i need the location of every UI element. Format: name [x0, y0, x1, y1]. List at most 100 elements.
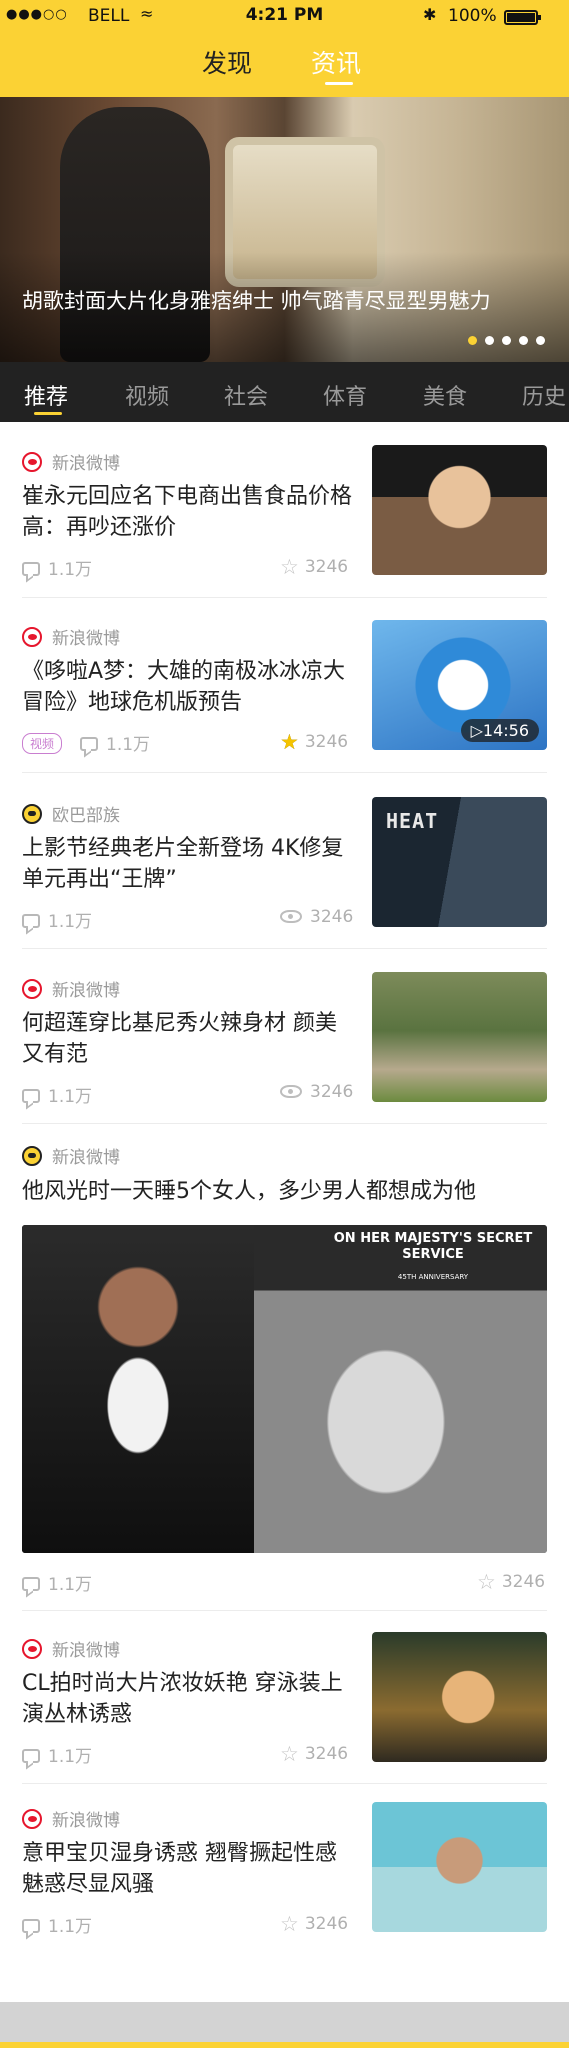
top-bar: ●●●○○ BELL ≈ 4:21 PM ✱ 100% 发现 资讯 — [0, 0, 569, 97]
category-recommend[interactable]: 推荐 — [24, 379, 68, 411]
news-thumbnail[interactable] — [372, 1632, 547, 1762]
category-food[interactable]: 美食 — [423, 379, 467, 411]
news-item[interactable]: 欧巴部族 上影节经典老片全新登场 4K修复单元再出“王牌” 1.1万 3246 … — [22, 797, 547, 932]
carousel-dots — [468, 336, 545, 345]
news-source: 新浪微博 — [22, 1806, 120, 1831]
divider — [22, 1123, 547, 1124]
news-source: 欧巴部族 — [22, 801, 120, 826]
news-thumbnail[interactable]: HEAT — [372, 797, 547, 927]
comment-count[interactable]: 1.1万 — [22, 555, 92, 580]
news-item[interactable]: 新浪微博 CL拍时尚大片浓妆妖艳 穿泳装上演丛林诱惑 1.1万 ☆ 3246 — [22, 1632, 547, 1767]
category-history[interactable]: 历史 — [522, 379, 566, 411]
favorite-count[interactable]: ☆ 3246 — [477, 1570, 545, 1594]
favorite-count-value: 3246 — [304, 557, 349, 577]
weibo-logo-icon — [22, 627, 42, 647]
comment-count-value: 1.1万 — [48, 1575, 93, 1595]
star-icon: ☆ — [477, 1570, 496, 1594]
category-society[interactable]: 社会 — [224, 379, 268, 411]
banner-carousel[interactable]: 胡歌封面大片化身雅痞绅士 帅气踏青尽显型男魅力 — [0, 97, 569, 362]
news-title[interactable]: 《哆啦A梦：大雄的南极冰冰凉大冒险》地球危机版预告 — [22, 656, 352, 718]
favorite-count-value: 3246 — [304, 1914, 349, 1934]
comment-count-value: 1.1万 — [106, 735, 151, 755]
source-name: 新浪微博 — [52, 629, 120, 649]
poster-title-text: ON HER MAJESTY'S SECRET SERVICE — [333, 1231, 533, 1262]
comment-count-value: 1.1万 — [48, 1087, 93, 1107]
favorite-count-value: 3246 — [304, 732, 349, 752]
comment-count[interactable]: 1.1万 — [22, 1742, 92, 1767]
bottom-accent-strip — [0, 2042, 569, 2048]
comment-count[interactable]: 1.1万 — [22, 1912, 92, 1937]
news-title[interactable]: CL拍时尚大片浓妆妖艳 穿泳装上演丛林诱惑 — [22, 1668, 352, 1730]
weibo-logo-icon — [22, 979, 42, 999]
favorite-count[interactable]: ☆ 3246 — [280, 1742, 348, 1766]
favorite-count[interactable]: ★ 3246 — [280, 730, 348, 754]
banner-caption[interactable]: 胡歌封面大片化身雅痞绅士 帅气踏青尽显型男魅力 — [22, 285, 491, 315]
news-item[interactable]: 新浪微博 意甲宝贝湿身诱惑 翘臀撅起性感魅惑尽显风骚 1.1万 ☆ 3246 — [22, 1802, 547, 1937]
news-item[interactable]: 新浪微博 崔永元回应名下电商出售食品价格高：再吵还涨价 1.1万 ☆ 3246 — [22, 445, 547, 580]
news-source: 新浪微博 — [22, 976, 120, 1001]
weibo-logo-icon — [22, 1809, 42, 1829]
video-duration: ▷14:56 — [460, 719, 539, 742]
news-title[interactable]: 上影节经典老片全新登场 4K修复单元再出“王牌” — [22, 833, 352, 895]
star-icon: ☆ — [280, 1912, 299, 1936]
favorite-count[interactable]: ☆ 3246 — [280, 555, 348, 579]
comment-icon — [80, 737, 99, 751]
news-item[interactable]: 新浪微博 《哆啦A梦：大雄的南极冰冰凉大冒险》地球危机版预告 视频 1.1万 ★ 3… — [22, 620, 547, 755]
news-item[interactable]: 新浪微博 何超莲穿比基尼秀火辣身材 颜美又有范 1.1万 3246 — [22, 972, 547, 1107]
thumbnail-text: HEAT — [386, 809, 439, 833]
news-title[interactable]: 他风光时一天睡5个女人，多少男人都想成为他 — [22, 1176, 547, 1207]
comment-count[interactable]: 视频 1.1万 — [22, 730, 150, 755]
carousel-dot-1[interactable] — [468, 336, 477, 345]
comment-icon — [22, 1919, 40, 1933]
view-count[interactable]: 3246 — [280, 1082, 353, 1102]
comment-icon — [22, 914, 40, 928]
tab-discover[interactable]: 发现 — [202, 44, 252, 80]
carousel-dot-2[interactable] — [485, 336, 494, 345]
comment-count[interactable]: 1.1万 — [22, 1082, 92, 1107]
view-count[interactable]: 3246 — [280, 907, 353, 927]
news-source: 新浪微博 — [22, 449, 120, 474]
source-name: 新浪微博 — [52, 981, 120, 1001]
news-thumbnail[interactable] — [372, 972, 547, 1102]
news-source: 新浪微博 — [22, 1143, 120, 1168]
view-count-value: 3246 — [310, 907, 354, 927]
battery-icon — [504, 10, 541, 25]
divider — [22, 1783, 547, 1784]
news-item-large[interactable]: 新浪微博 他风光时一天睡5个女人，多少男人都想成为他 ON HER MAJEST… — [22, 1143, 547, 1598]
comment-icon — [22, 1089, 40, 1103]
bottom-bar — [0, 2002, 569, 2042]
news-thumbnail[interactable] — [372, 1802, 547, 1932]
news-title[interactable]: 何超莲穿比基尼秀火辣身材 颜美又有范 — [22, 1008, 352, 1070]
favorite-count-value: 3246 — [501, 1572, 546, 1592]
favorite-count-value: 3246 — [304, 1744, 349, 1764]
status-bar: ●●●○○ BELL ≈ 4:21 PM ✱ 100% — [0, 0, 569, 34]
divider — [22, 597, 547, 598]
active-category-indicator — [34, 412, 62, 415]
view-count-value: 3246 — [310, 1082, 354, 1102]
large-image-left — [22, 1225, 254, 1553]
news-title[interactable]: 崔永元回应名下电商出售食品价格高：再吵还涨价 — [22, 481, 352, 543]
news-source: 新浪微博 — [22, 624, 120, 649]
comment-icon — [22, 1749, 40, 1763]
news-title[interactable]: 意甲宝贝湿身诱惑 翘臀撅起性感魅惑尽显风骚 — [22, 1838, 352, 1900]
source-name: 新浪微博 — [52, 454, 120, 474]
star-filled-icon: ★ — [280, 730, 299, 754]
comment-count[interactable]: 1.1万 — [22, 1570, 92, 1595]
news-thumbnail[interactable]: ▷14:56 — [372, 620, 547, 750]
category-video[interactable]: 视频 — [125, 379, 169, 411]
news-large-image[interactable]: ON HER MAJESTY'S SECRET SERVICE 45TH ANNI… — [22, 1225, 547, 1553]
favorite-count[interactable]: ☆ 3246 — [280, 1912, 348, 1936]
comment-icon — [22, 562, 40, 576]
category-sports[interactable]: 体育 — [323, 379, 367, 411]
comment-count[interactable]: 1.1万 — [22, 907, 92, 932]
news-source: 新浪微博 — [22, 1636, 120, 1661]
oubabuzu-logo-icon — [22, 804, 42, 824]
source-logo-icon — [22, 1146, 42, 1166]
news-thumbnail[interactable] — [372, 445, 547, 575]
carousel-dot-3[interactable] — [502, 336, 511, 345]
bluetooth-icon: ✱ — [423, 5, 437, 24]
tab-news[interactable]: 资讯 — [311, 44, 361, 80]
carousel-dot-4[interactable] — [519, 336, 528, 345]
carousel-dot-5[interactable] — [536, 336, 545, 345]
star-icon: ☆ — [280, 555, 299, 579]
